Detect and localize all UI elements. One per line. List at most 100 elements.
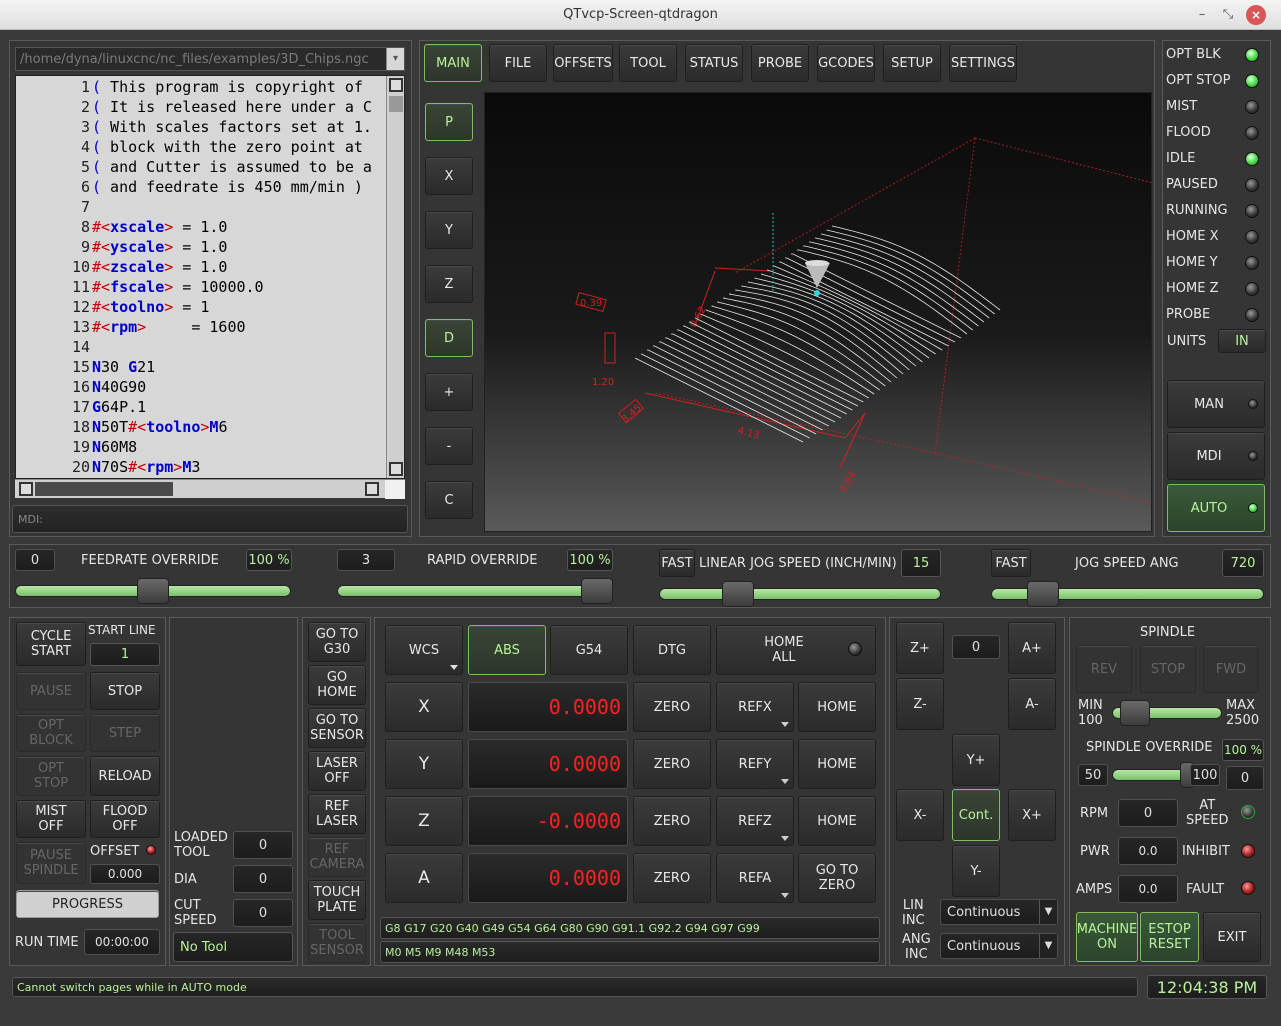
jog-a-minus-button[interactable]: A- — [1008, 678, 1056, 730]
action-go-to-sensor-button[interactable]: GO TO SENSOR — [308, 708, 366, 748]
tab-main[interactable]: MAIN — [424, 44, 482, 82]
jog-y-plus-button[interactable]: Y+ — [952, 734, 1000, 786]
chevron-down-icon[interactable]: ▼ — [1039, 900, 1057, 924]
axis-x-button[interactable]: X — [385, 682, 463, 732]
zero-x-button[interactable]: ZERO — [633, 682, 711, 732]
close-icon[interactable]: × — [1246, 5, 1266, 25]
jog-continuous-button[interactable]: Cont. — [952, 789, 1000, 841]
start-line-input[interactable]: 1 — [90, 643, 160, 666]
zero-a-button[interactable]: ZERO — [633, 853, 711, 903]
linear-jog-fast-button[interactable]: FAST — [659, 549, 695, 577]
axis-a-button[interactable]: A — [385, 853, 463, 903]
feed-override-knob[interactable] — [137, 578, 169, 604]
tab-setup[interactable]: SETUP — [883, 44, 941, 82]
tab-file[interactable]: FILE — [489, 44, 547, 82]
stop-button[interactable]: STOP — [90, 672, 160, 710]
tab-gcodes[interactable]: GCODES — [817, 44, 875, 82]
jog-x-plus-button[interactable]: X+ — [1008, 789, 1056, 841]
chevron-down-icon[interactable]: ▼ — [1039, 934, 1057, 958]
abs-button[interactable]: ABS — [468, 625, 546, 675]
mdi-input[interactable]: MDI: — [12, 505, 408, 533]
run-time-value: 00:00:00 — [84, 929, 160, 955]
spindle-speed-knob[interactable] — [1120, 700, 1150, 726]
view-button-3[interactable]: Z — [425, 265, 473, 303]
angular-jog-knob[interactable] — [1027, 581, 1060, 607]
action-ref-camera-button[interactable]: REF CAMERA — [308, 837, 366, 877]
spindle-stop-button[interactable]: STOP — [1140, 645, 1196, 693]
maximize-icon[interactable]: ⤡ — [1218, 5, 1238, 25]
editor-hscrollbar[interactable] — [15, 479, 405, 499]
home-x-button[interactable]: HOME — [798, 682, 876, 732]
ref-y-button[interactable]: REFY — [716, 739, 794, 789]
chevron-down-icon[interactable]: ▾ — [386, 48, 404, 70]
view-button-6[interactable]: - — [425, 427, 473, 465]
gcode-preview[interactable]: 0.39 1.20 4.13 4.94 3.45 0.62 — [484, 92, 1154, 532]
ref-a-button[interactable]: REFA — [716, 853, 794, 903]
linear-jog-knob[interactable] — [721, 581, 754, 607]
axis-z-button[interactable]: Z — [385, 796, 463, 846]
jog-y-minus-button[interactable]: Y- — [952, 845, 1000, 897]
action-go-home-button[interactable]: GO HOME — [308, 665, 366, 705]
pause-button[interactable]: PAUSE — [16, 672, 86, 710]
linear-jog-slider[interactable] — [659, 588, 941, 600]
zero-z-button[interactable]: ZERO — [633, 796, 711, 846]
gcode-editor[interactable]: 1( This program is copyright of 2( It is … — [15, 75, 405, 479]
rapid-override-knob[interactable] — [581, 578, 613, 604]
jog-x-minus-button[interactable]: X- — [896, 789, 944, 841]
action-touch-plate-button[interactable]: TOUCH PLATE — [308, 880, 366, 920]
home-y-button[interactable]: HOME — [798, 739, 876, 789]
rapid-override-min[interactable]: 3 — [337, 549, 395, 571]
minimize-icon[interactable]: – — [1192, 5, 1212, 25]
view-button-5[interactable]: + — [425, 373, 473, 411]
exit-button[interactable]: EXIT — [1203, 912, 1261, 962]
opt-stop-button[interactable]: OPT STOP — [16, 756, 86, 796]
g54-button[interactable]: G54 — [550, 625, 628, 675]
home-a-button[interactable]: GO TO ZERO — [798, 853, 876, 903]
jog-a-plus-button[interactable]: A+ — [1008, 622, 1056, 674]
reload-button[interactable]: RELOAD — [90, 756, 160, 796]
mist-off-button[interactable]: MIST OFF — [16, 800, 86, 838]
machine-on-button[interactable]: MACHINE ON — [1076, 912, 1138, 962]
tab-offsets[interactable]: OFFSETS — [553, 44, 613, 82]
dtg-button[interactable]: DTG — [633, 625, 711, 675]
lin-inc-select[interactable]: Continuous ▼ — [940, 899, 1058, 925]
view-button-7[interactable]: C — [425, 481, 473, 519]
flood-off-button[interactable]: FLOOD OFF — [90, 800, 160, 838]
wcs-button[interactable]: WCS — [385, 625, 463, 675]
action-tool-sensor-button[interactable]: TOOL SENSOR — [308, 923, 366, 963]
action-go-to-g30-button[interactable]: GO TO G30 — [308, 622, 366, 662]
units-button[interactable]: IN — [1218, 329, 1266, 353]
jog-z-minus-button[interactable]: Z- — [896, 678, 944, 730]
step-button[interactable]: STEP — [90, 714, 160, 752]
view-button-0[interactable]: P — [425, 103, 473, 141]
view-button-1[interactable]: X — [425, 157, 473, 195]
view-button-4[interactable]: D — [425, 319, 473, 357]
cycle-start-button[interactable]: CYCLE START — [16, 622, 86, 666]
estop-reset-button[interactable]: ESTOP RESET — [1140, 912, 1199, 962]
axis-z-position: -0.0000 — [468, 796, 628, 846]
tab-status[interactable]: STATUS — [685, 44, 743, 82]
ref-z-button[interactable]: REFZ — [716, 796, 794, 846]
home-z-button[interactable]: HOME — [798, 796, 876, 846]
tab-tool[interactable]: TOOL — [619, 44, 677, 82]
feed-override-min[interactable]: 0 — [15, 549, 55, 571]
editor-vscrollbar[interactable] — [386, 76, 404, 478]
pause-spindle-button[interactable]: PAUSE SPINDLE — [16, 842, 86, 884]
angular-jog-fast-button[interactable]: FAST — [991, 549, 1031, 577]
jog-z-plus-button[interactable]: Z+ — [896, 622, 944, 674]
ang-inc-select[interactable]: Continuous ▼ — [940, 933, 1058, 959]
file-path-combo[interactable]: /home/dyna/linuxcnc/nc_files/examples/3D… — [15, 47, 405, 71]
line-number: 14 — [71, 338, 90, 356]
axis-y-button[interactable]: Y — [385, 739, 463, 789]
spindle-rev-button[interactable]: REV — [1076, 645, 1132, 693]
rapid-override-slider[interactable] — [337, 585, 613, 597]
action-laser-off-button[interactable]: LASER OFF — [308, 751, 366, 791]
spindle-fwd-button[interactable]: FWD — [1203, 645, 1259, 693]
tab-settings[interactable]: SETTINGS — [949, 44, 1017, 82]
view-button-2[interactable]: Y — [425, 211, 473, 249]
ref-x-button[interactable]: REFX — [716, 682, 794, 732]
zero-y-button[interactable]: ZERO — [633, 739, 711, 789]
action-ref-laser-button[interactable]: REF LASER — [308, 794, 366, 834]
opt-block-button[interactable]: OPT BLOCK — [16, 714, 86, 752]
tab-probe[interactable]: PROBE — [751, 44, 809, 82]
